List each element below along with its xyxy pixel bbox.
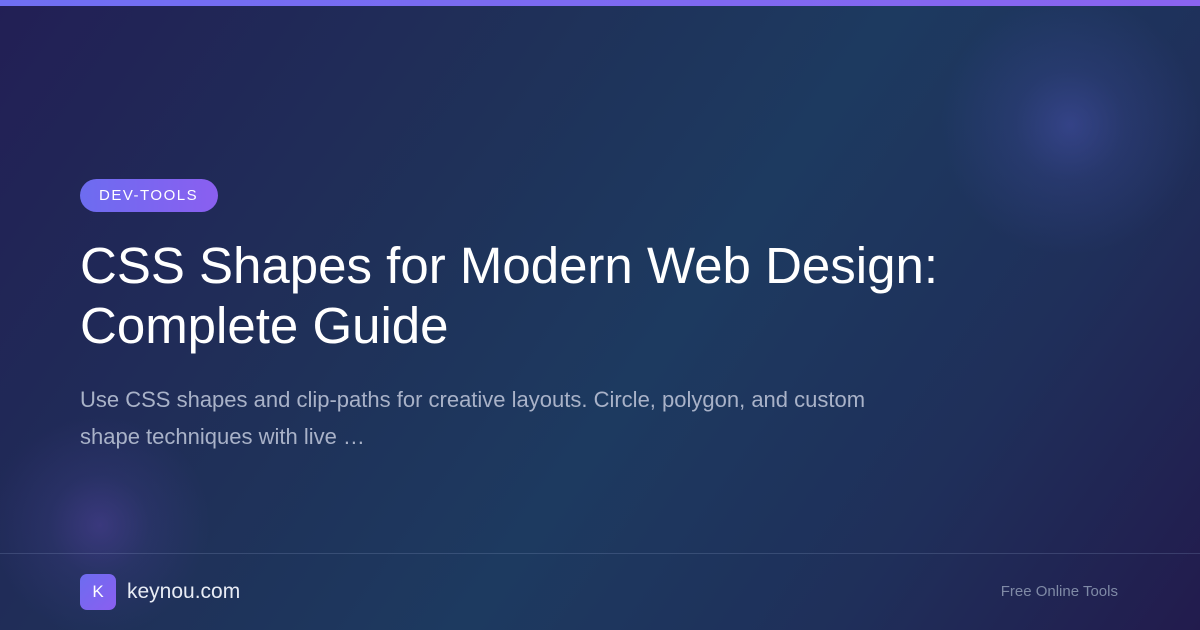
- brand-logo-icon: K: [80, 574, 116, 610]
- site-tagline: Free Online Tools: [1000, 583, 1118, 600]
- category-badge: DEV-TOOLS: [80, 179, 219, 212]
- top-accent-bar: [0, 0, 1200, 6]
- brand[interactable]: K keynou.com: [80, 574, 240, 610]
- page-title: CSS Shapes for Modern Web Design: Comple…: [80, 237, 938, 354]
- page-description: Use CSS shapes and clip-paths for creati…: [80, 387, 866, 449]
- site-name: keynou.com: [127, 580, 241, 603]
- footer-divider: [0, 553, 1200, 554]
